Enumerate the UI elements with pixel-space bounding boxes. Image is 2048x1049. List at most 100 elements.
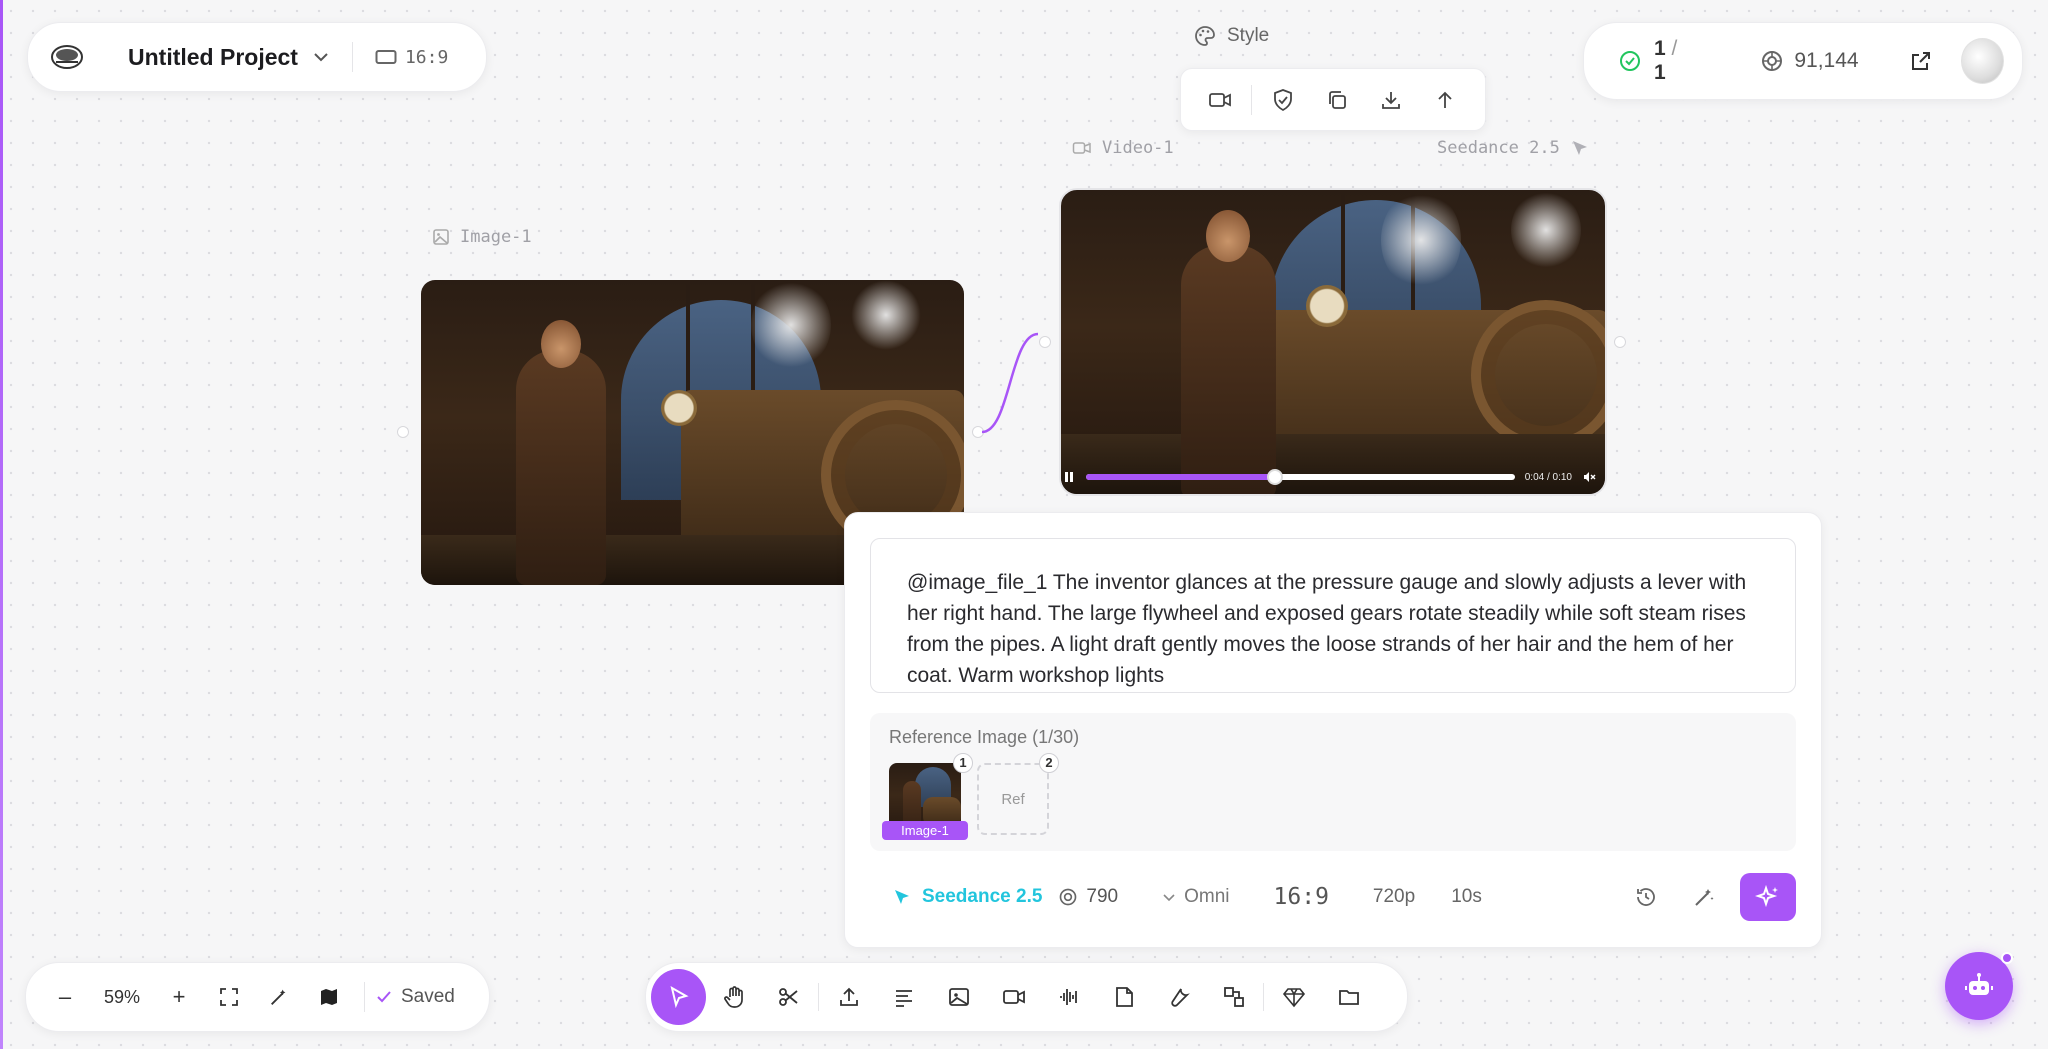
arrow-up-icon[interactable] [1418,78,1472,122]
style-label: Style [1227,25,1270,46]
scene-steam [1511,190,1581,270]
reference-badge: 1 [953,753,973,773]
robot-icon [1963,970,1995,1002]
mode-label: Omni [1184,886,1230,907]
mode-selector[interactable]: Omni [1162,886,1230,908]
video-controls: 0:04 / 0:10 [1062,464,1596,490]
model-logo-icon [1570,138,1590,158]
audio-waveform-icon[interactable] [1041,969,1096,1025]
divider [1251,84,1252,115]
scene-steam [1381,190,1461,290]
text-align-icon[interactable] [876,969,931,1025]
hand-icon[interactable] [706,969,761,1025]
video-camera-icon[interactable] [1193,78,1247,122]
divider [364,982,365,1012]
scene-figure-head [1206,210,1250,262]
pause-icon[interactable] [1062,470,1076,484]
sparkle-icon [1755,884,1781,910]
node-toolbar [1180,68,1486,131]
model-selector[interactable]: Seedance 2.5 [892,886,1042,908]
tasks-total: 1 [1654,61,1666,84]
task-counter[interactable]: 1 / 1 [1618,37,1690,85]
video-time: 0:04 / 0:10 [1524,471,1572,483]
generation-options: Seedance 2.5 790 Omni 16:9 720p 10s [870,871,1796,923]
divider [351,42,353,72]
add-reference-slot[interactable]: Ref [977,763,1049,835]
video-node-input-port[interactable] [1039,336,1051,348]
shield-check-icon[interactable] [1256,78,1310,122]
image-node-label: Image-1 [432,227,532,247]
project-title[interactable]: Untitled Project [128,44,298,71]
upload-icon[interactable] [821,969,876,1025]
aspect-ratio-label: 16:9 [404,46,449,68]
coin-icon [1760,49,1784,73]
download-icon[interactable] [1364,78,1418,122]
scene-steam [851,280,921,350]
generate-button[interactable] [1740,873,1796,921]
fit-screen-icon[interactable] [204,975,254,1019]
divider [1263,983,1264,1011]
video-node-title: Video-1 [1102,138,1174,158]
chevron-down-icon[interactable] [312,48,330,66]
rectangle-icon [375,49,397,65]
model-name: Seedance 2.5 [922,886,1043,907]
ratio-selector[interactable]: 16:9 [1274,884,1329,910]
app-logo-icon[interactable] [50,40,84,74]
tasks-done: 1 [1654,37,1666,60]
generation-panel: @image_file_1 The inventor glances at th… [844,512,1822,948]
cursor-icon [667,985,691,1009]
magic-wand-icon[interactable] [254,975,304,1019]
prompt-textarea[interactable]: @image_file_1 The inventor glances at th… [870,538,1796,693]
shapes-icon[interactable] [1206,969,1261,1025]
mute-icon[interactable] [1582,470,1596,484]
reference-title: Reference Image (1/30) [889,727,1080,747]
avatar[interactable] [1960,38,2004,84]
select-tool-button[interactable] [651,969,706,1025]
document-icon[interactable] [1096,969,1151,1025]
canvas-toolbar [645,962,1408,1032]
history-icon[interactable] [1624,875,1668,919]
scene-steam [751,280,831,370]
aspect-ratio-button[interactable]: 16:9 [375,47,448,68]
video-progress-fill [1086,474,1275,480]
wrench-icon[interactable] [1151,969,1206,1025]
duration-selector[interactable]: 10s [1451,886,1482,908]
reference-badge: 2 [1039,753,1059,773]
image-icon [432,228,450,246]
scene-figure [516,350,606,585]
video-node-output-port[interactable] [1614,336,1626,348]
zoom-out-button[interactable]: – [40,975,90,1019]
palette-icon [1193,24,1217,48]
reference-thumbnail-label: Image-1 [882,821,968,840]
video-node-preview[interactable] [1059,188,1607,496]
assistant-button[interactable] [1945,952,2013,1020]
video-camera-icon[interactable] [986,969,1041,1025]
image-node-input-port[interactable] [397,426,409,438]
copy-icon[interactable] [1310,78,1364,122]
scissors-icon[interactable] [761,969,816,1025]
cost-value: 790 [1086,886,1119,907]
style-button[interactable]: Style [1193,24,1269,48]
status-bar: 1 / 1 91,144 [1583,22,2023,100]
save-status: Saved [375,986,455,1008]
magic-wand-icon[interactable] [1682,875,1726,919]
check-icon [375,988,393,1006]
video-progress-slider[interactable] [1086,469,1515,485]
chevron-down-icon [1162,890,1176,904]
folder-icon[interactable] [1321,969,1376,1025]
video-camera-icon [1072,140,1092,156]
scene-gauge [661,390,697,426]
external-link-icon[interactable] [1909,49,1933,73]
gem-icon[interactable] [1266,969,1321,1025]
zoom-level[interactable]: 59% [90,987,154,1008]
video-model-label: Seedance 2.5 [1437,138,1590,158]
credits-balance[interactable]: 91,144 [1760,49,1859,73]
zoom-bar: – 59% + Saved [25,962,490,1032]
map-icon[interactable] [304,975,354,1019]
resolution-selector[interactable]: 720p [1373,886,1415,908]
image-icon[interactable] [931,969,986,1025]
credits-value: 91,144 [1794,49,1859,72]
zoom-in-button[interactable]: + [154,975,204,1019]
video-progress-knob[interactable] [1266,469,1283,485]
scene-gauge [1306,285,1348,327]
